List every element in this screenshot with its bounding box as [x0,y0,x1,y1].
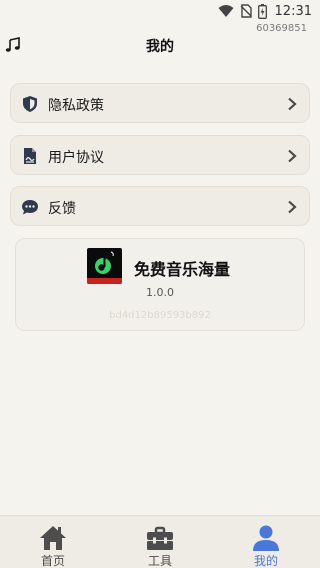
chevron-right-icon [288,149,297,163]
tab-tools[interactable]: 工具 [120,516,200,568]
tab-mine[interactable]: 我的 [226,516,306,568]
app-logo-band [87,278,122,284]
bottom-tab-bar: 首页 工具 我的 [0,515,320,568]
chevron-right-icon [288,97,297,111]
toolbox-icon [147,526,173,550]
status-bar: 12:31 [0,0,320,24]
app-name: 免费音乐海量 [134,260,231,279]
menu-item-user-agreement[interactable]: 用户协议 [10,135,310,175]
no-sim-icon [240,4,252,18]
tab-home[interactable]: 首页 [13,516,93,568]
home-icon [40,526,66,550]
battery-charging-icon [257,3,267,19]
shield-icon [23,96,37,112]
chevron-right-icon [288,200,297,214]
chat-bubble-icon [22,200,38,215]
menu-label-privacy-policy: 隐私政策 [48,98,104,114]
status-icons: 12:31 [218,3,312,19]
status-time: 12:31 [274,3,312,19]
menu-label-user-agreement: 用户协议 [48,150,104,166]
page-title: 我的 [146,39,174,55]
header: 我的 [0,33,320,57]
app-build-hash: bd4d12b89593b892 [109,310,211,321]
menu-label-feedback: 反馈 [48,201,76,217]
user-icon [253,525,279,551]
app-info-card: 免费音乐海量 1.0.0 bd4d12b89593b892 [15,238,305,331]
menu-item-privacy-policy[interactable]: 隐私政策 [10,83,310,123]
music-note-icon [95,251,114,274]
tab-tools-label: 工具 [147,554,172,568]
wifi-icon [218,5,234,17]
document-icon [24,148,36,164]
tab-home-label: 首页 [40,554,65,568]
app-logo [87,248,122,284]
menu-item-feedback[interactable]: 反馈 [10,186,310,226]
app-version: 1.0.0 [146,286,174,299]
tab-mine-label: 我的 [253,554,278,568]
